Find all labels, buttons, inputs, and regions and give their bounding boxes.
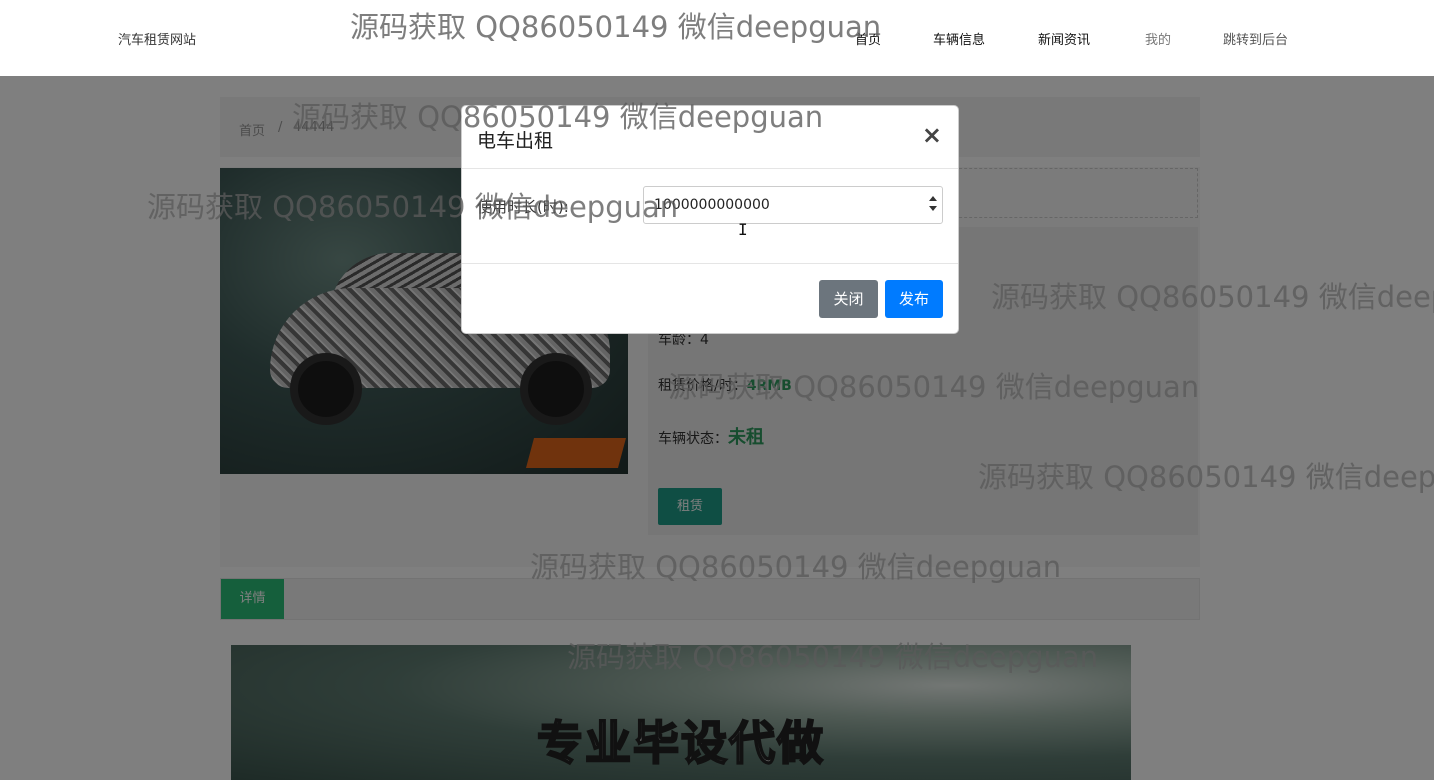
close-button[interactable]: 关闭 xyxy=(819,280,878,318)
nav-mine[interactable]: 我的 xyxy=(1145,29,1171,48)
spin-up-icon[interactable] xyxy=(929,196,937,201)
text-cursor-icon: I xyxy=(738,220,748,239)
nav-admin[interactable]: 跳转到后台 xyxy=(1223,29,1288,48)
modal-footer-divider xyxy=(462,263,958,264)
modal-header: 电车出租 × xyxy=(462,106,958,169)
close-icon[interactable]: × xyxy=(922,123,942,147)
duration-input[interactable] xyxy=(643,186,943,224)
rental-modal: 电车出租 × 使用时长(时): I 关闭 发布 xyxy=(461,105,959,334)
nav-home[interactable]: 首页 xyxy=(855,29,881,48)
navbar: 汽车租赁网站 首页 车辆信息 新闻资讯 我的 跳转到后台 xyxy=(0,0,1434,76)
duration-label: 使用时长(时): xyxy=(477,198,569,216)
site-brand[interactable]: 汽车租赁网站 xyxy=(118,29,196,48)
modal-title: 电车出租 xyxy=(477,130,554,152)
number-spinner[interactable] xyxy=(927,194,939,216)
publish-button[interactable]: 发布 xyxy=(885,280,943,318)
spin-down-icon[interactable] xyxy=(929,206,937,211)
nav-vehicles[interactable]: 车辆信息 xyxy=(933,29,985,48)
nav-news[interactable]: 新闻资讯 xyxy=(1038,29,1090,48)
